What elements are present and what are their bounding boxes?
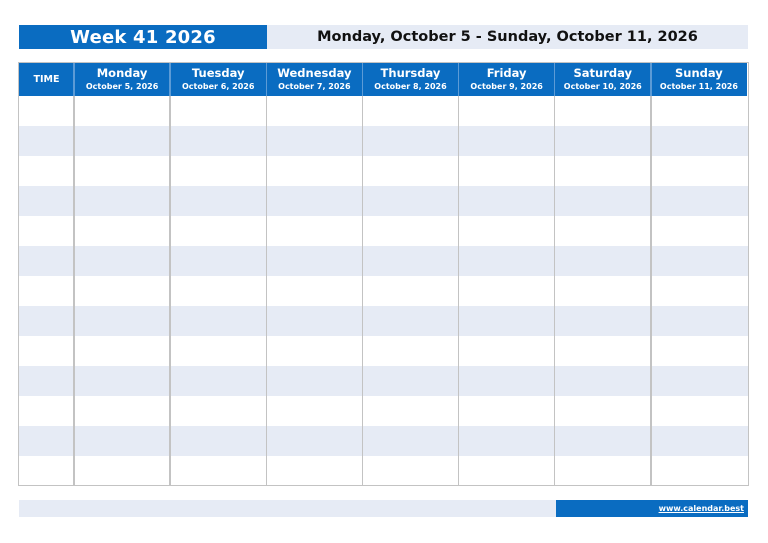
day-column-header-monday: Monday October 5, 2026 [74,63,171,96]
day-name: Sunday [675,66,723,80]
column-divider [361,63,364,485]
week-title: Week 41 2026 [19,25,267,49]
day-date: October 8, 2026 [374,82,447,91]
day-date: October 10, 2026 [563,82,642,91]
day-column-header-tuesday: Tuesday October 6, 2026 [170,63,267,96]
column-divider [553,63,556,485]
day-date: October 7, 2026 [278,82,351,91]
time-slot-row[interactable] [19,426,748,456]
header-column-divider [265,63,268,96]
column-divider [457,63,460,485]
day-name: Thursday [380,66,441,80]
time-slot-row[interactable] [19,246,748,276]
day-name: Monday [96,66,148,80]
weekly-planner-grid: TIME Monday October 5, 2026 Tuesday October… [18,62,749,486]
column-divider [650,63,652,485]
day-date: October 9, 2026 [470,82,543,91]
header-column-divider [457,63,460,96]
time-slot-row[interactable] [19,126,748,156]
column-divider [73,63,75,485]
header-column-divider [650,63,652,96]
time-slot-row[interactable] [19,156,748,186]
time-slot-row[interactable] [19,276,748,306]
column-divider [265,63,268,485]
column-divider [169,63,171,485]
day-column-header-saturday: Saturday October 10, 2026 [554,63,651,96]
header-column-divider [553,63,556,96]
calendar-website-link[interactable]: www.calendar.best [659,504,744,513]
day-name: Friday [486,66,527,80]
day-name: Wednesday [277,66,352,80]
day-column-header-wednesday: Wednesday October 7, 2026 [266,63,363,96]
header-column-divider [361,63,364,96]
day-name: Tuesday [191,66,245,80]
time-slot-row[interactable] [19,306,748,336]
time-slot-row[interactable] [19,216,748,246]
day-column-header-sunday: Sunday October 11, 2026 [650,63,747,96]
day-name: Saturday [573,66,633,80]
time-slot-row[interactable] [19,456,748,486]
time-slot-row[interactable] [19,96,748,126]
day-column-header-friday: Friday October 9, 2026 [458,63,555,96]
time-slot-row[interactable] [19,366,748,396]
time-slot-row[interactable] [19,336,748,366]
day-column-header-thursday: Thursday October 8, 2026 [362,63,459,96]
day-date: October 6, 2026 [182,82,255,91]
footer-bar [19,500,556,517]
day-date: October 11, 2026 [659,82,738,91]
header-column-divider [169,63,171,96]
time-column-header: TIME [19,63,74,96]
footer-link-bar: www.calendar.best [556,500,748,517]
date-range-title: Monday, October 5 - Sunday, October 11, … [267,25,748,49]
header-column-divider [73,63,75,96]
time-slot-row[interactable] [19,186,748,216]
time-slot-row[interactable] [19,396,748,426]
day-date: October 5, 2026 [85,82,159,91]
